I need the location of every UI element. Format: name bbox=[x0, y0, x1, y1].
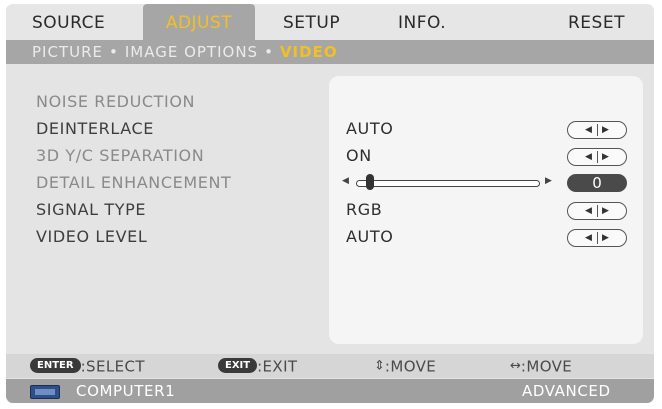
arrow-right-icon[interactable]: ▶ bbox=[598, 203, 614, 219]
arrow-right-icon[interactable]: ▶ bbox=[598, 122, 614, 138]
slider-track[interactable] bbox=[356, 180, 540, 187]
help-select: ENTER:SELECT bbox=[30, 354, 145, 378]
breadcrumb-separator: • bbox=[108, 43, 119, 61]
help-bar: ENTER:SELECT EXIT:EXIT ⇕:MOVE ↔:MOVE bbox=[6, 354, 654, 378]
status-bar: COMPUTER1 ADVANCED bbox=[6, 379, 654, 403]
breadcrumb-separator: • bbox=[264, 43, 274, 61]
breadcrumb: PICTURE • IMAGE OPTIONS • VIDEO bbox=[6, 40, 654, 64]
tab-source[interactable]: SOURCE bbox=[32, 4, 105, 40]
help-move-text: :MOVE bbox=[520, 357, 573, 376]
setting-row-detail-enhancement[interactable]: DETAIL ENHANCEMENT ◀ ▶ 0 bbox=[6, 170, 654, 196]
breadcrumb-video: VIDEO bbox=[279, 43, 338, 61]
breadcrumb-image-options[interactable]: IMAGE OPTIONS bbox=[125, 43, 258, 61]
arrow-left-icon[interactable]: ◀ bbox=[581, 149, 597, 165]
help-move-leftright: ↔:MOVE bbox=[510, 354, 572, 378]
setting-row-3d-yc-separation[interactable]: 3D Y/C SEPARATION ON ◀ ▶ bbox=[6, 143, 654, 169]
arrow-right-icon[interactable]: ▶ bbox=[598, 149, 614, 165]
breadcrumb-picture[interactable]: PICTURE bbox=[32, 43, 103, 61]
setting-label: VIDEO LEVEL bbox=[36, 227, 148, 246]
setting-label: DEINTERLACE bbox=[36, 119, 154, 138]
slider-left-arrow-icon[interactable]: ◀ bbox=[342, 176, 349, 186]
setting-row-signal-type[interactable]: SIGNAL TYPE RGB ◀ ▶ bbox=[6, 197, 654, 223]
setting-value: AUTO bbox=[346, 119, 394, 138]
left-right-arrows[interactable]: ◀ ▶ bbox=[567, 229, 627, 247]
setting-row-deinterlace[interactable]: DEINTERLACE AUTO ◀ ▶ bbox=[6, 116, 654, 142]
help-exit-text: :EXIT bbox=[257, 357, 298, 376]
menu-mode-label: ADVANCED bbox=[522, 382, 611, 400]
setting-row-noise-reduction[interactable]: NOISE REDUCTION bbox=[6, 89, 654, 115]
setting-label: 3D Y/C SEPARATION bbox=[36, 146, 205, 165]
left-right-arrows[interactable]: ◀ ▶ bbox=[567, 148, 627, 166]
help-exit: EXIT:EXIT bbox=[218, 354, 298, 378]
slider-right-arrow-icon[interactable]: ▶ bbox=[545, 176, 552, 186]
left-right-arrows[interactable]: ◀ ▶ bbox=[567, 121, 627, 139]
arrow-right-icon[interactable]: ▶ bbox=[598, 230, 614, 246]
setting-value: RGB bbox=[346, 200, 383, 219]
slider-value-badge: 0 bbox=[567, 174, 627, 192]
setting-value: AUTO bbox=[346, 227, 394, 246]
setting-label: NOISE REDUCTION bbox=[36, 92, 196, 111]
up-down-arrows-icon: ⇕ bbox=[374, 358, 385, 374]
setting-label: DETAIL ENHANCEMENT bbox=[36, 173, 232, 192]
computer-input-icon bbox=[30, 385, 60, 399]
setting-value: ON bbox=[346, 146, 372, 165]
arrow-left-icon[interactable]: ◀ bbox=[581, 122, 597, 138]
left-right-arrows[interactable]: ◀ ▶ bbox=[567, 202, 627, 220]
projector-osd-menu: SOURCE ADJUST SETUP INFO. RESET PICTURE •… bbox=[6, 4, 654, 403]
tab-info[interactable]: INFO. bbox=[398, 4, 446, 40]
menu-tab-bar: SOURCE ADJUST SETUP INFO. RESET bbox=[6, 4, 654, 40]
input-source-label: COMPUTER1 bbox=[76, 382, 176, 400]
arrow-left-icon[interactable]: ◀ bbox=[581, 203, 597, 219]
tab-adjust[interactable]: ADJUST bbox=[143, 4, 255, 40]
enter-key-icon: ENTER bbox=[30, 358, 81, 373]
tab-setup[interactable]: SETUP bbox=[283, 4, 340, 40]
tab-reset[interactable]: RESET bbox=[568, 4, 625, 40]
help-move-text: :MOVE bbox=[384, 357, 437, 376]
setting-row-video-level[interactable]: VIDEO LEVEL AUTO ◀ ▶ bbox=[6, 224, 654, 250]
help-move-updown: ⇕:MOVE bbox=[374, 354, 436, 378]
detail-enhancement-slider[interactable]: ◀ ▶ bbox=[342, 170, 554, 196]
setting-label: SIGNAL TYPE bbox=[36, 200, 147, 219]
slider-knob[interactable] bbox=[365, 174, 374, 190]
left-right-arrows-icon: ↔ bbox=[510, 358, 521, 374]
arrow-left-icon[interactable]: ◀ bbox=[581, 230, 597, 246]
exit-key-icon: EXIT bbox=[218, 358, 258, 373]
help-select-text: :SELECT bbox=[80, 357, 145, 376]
